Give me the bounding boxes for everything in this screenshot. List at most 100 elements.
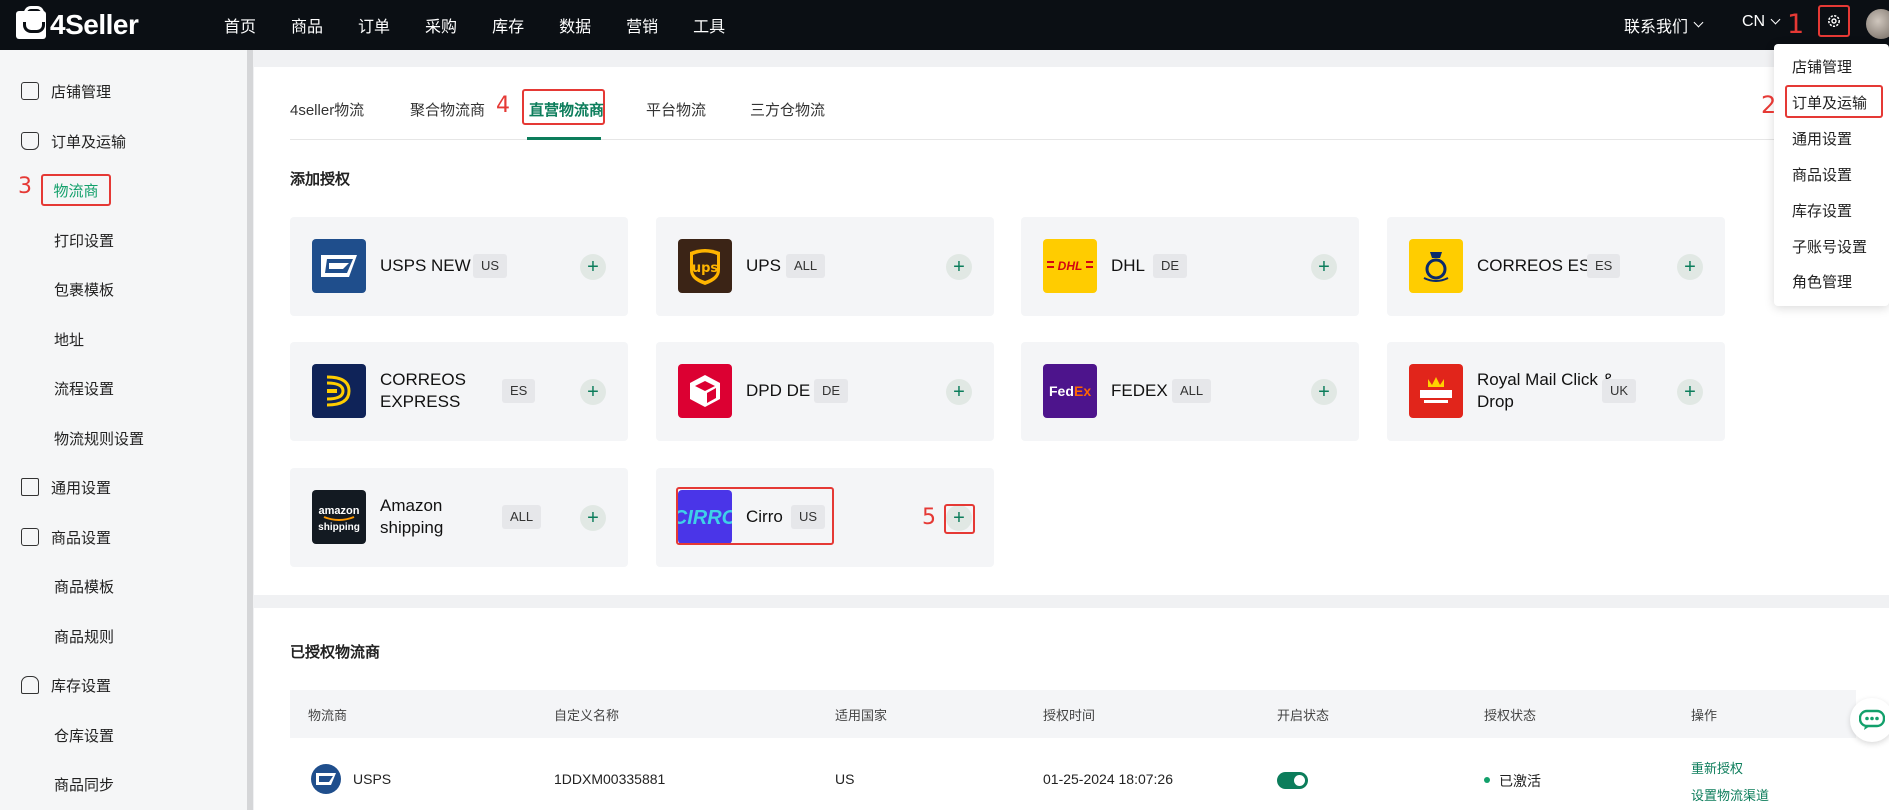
amazon-shipping-logo: amazon shipping — [312, 490, 366, 544]
svg-text:Ex: Ex — [1074, 383, 1091, 399]
annotation-3: 3 — [18, 174, 32, 199]
carrier-card-fedex: Fed Ex FEDEX ALL + — [1021, 342, 1359, 441]
add-carrier-button[interactable]: + — [580, 379, 606, 405]
nav-inventory[interactable]: 库存 — [492, 13, 524, 37]
settings-button[interactable] — [1818, 5, 1850, 37]
main-nav: 首页 商品 订单 采购 库存 数据 营销 工具 — [224, 0, 760, 50]
nav-products[interactable]: 商品 — [291, 13, 323, 37]
region-badge: ALL — [502, 505, 542, 529]
sidebar-item-label: 订单及运输 — [51, 133, 127, 151]
add-carrier-button[interactable]: + — [580, 505, 606, 531]
sidebar-item-store[interactable]: 店铺管理 — [0, 76, 247, 106]
sidebar-item-product-settings[interactable]: 商品设置 — [0, 522, 247, 552]
carrier-card-usps-new: USPS NEW US + — [290, 217, 628, 316]
svg-text:DHL: DHL — [1058, 259, 1083, 273]
tab-direct-carriers[interactable]: 直营物流商 — [529, 99, 604, 120]
language-label: CN — [1742, 13, 1766, 30]
carrier-name: Royal Mail Click & Drop — [1477, 370, 1614, 411]
bag-icon — [16, 6, 46, 39]
add-carrier-button[interactable]: + — [1311, 254, 1337, 280]
usps-logo — [312, 239, 366, 293]
sidebar-item-product-sync[interactable]: 商品同步 — [0, 769, 247, 799]
menu-item-store-management[interactable]: 店铺管理 — [1792, 56, 1852, 77]
tab-3pl-logistics[interactable]: 三方仓物流 — [750, 99, 825, 120]
region-badge: ES — [1587, 254, 1621, 278]
nav-home[interactable]: 首页 — [224, 13, 256, 37]
annotation-5: 5 — [922, 505, 936, 530]
brand-logo[interactable]: 4Seller — [16, 6, 139, 42]
nav-marketing[interactable]: 营销 — [626, 13, 658, 37]
contact-us-label: 联系我们 — [1624, 19, 1689, 36]
chat-icon — [1859, 709, 1885, 730]
tab-active-underline — [527, 137, 601, 140]
sidebar-item-product-template[interactable]: 商品模板 — [0, 571, 247, 601]
language-selector[interactable]: CN — [1742, 13, 1781, 31]
chat-button[interactable] — [1850, 698, 1889, 742]
correos-logo — [1409, 239, 1463, 293]
chevron-down-icon — [1693, 17, 1704, 28]
sidebar-item-label: 商品模板 — [54, 578, 115, 596]
reauthorize-link[interactable]: 重新授权 — [1691, 758, 1743, 777]
nav-purchasing[interactable]: 采购 — [425, 13, 457, 37]
carrier-card-dhl: DHL DHL DE + — [1021, 217, 1359, 316]
carrier-name: CORREOS EXPRESS — [380, 370, 466, 411]
add-carrier-button[interactable]: + — [1677, 254, 1703, 280]
menu-item-general[interactable]: 通用设置 — [1792, 128, 1852, 149]
sidebar-item-general[interactable]: 通用设置 — [0, 472, 247, 502]
menu-item-sub-accounts[interactable]: 子账号设置 — [1792, 236, 1867, 257]
carrier-name: FEDEX — [1111, 381, 1168, 400]
annotation-2: 2 — [1761, 91, 1777, 119]
tab-platform-logistics[interactable]: 平台物流 — [646, 99, 706, 120]
add-carrier-button[interactable]: + — [1677, 379, 1703, 405]
ups-logo: ups — [678, 239, 732, 293]
enable-toggle[interactable] — [1277, 772, 1308, 789]
carrier-card-amazon-shipping: amazon shipping Amazon shipping ALL + — [290, 468, 628, 567]
tab-4seller-logistics[interactable]: 4seller物流 — [290, 99, 364, 120]
svg-text:shipping: shipping — [318, 522, 360, 533]
carrier-card-correos-express: CORREOS EXPRESS ES + — [290, 342, 628, 441]
country-cell: US — [835, 771, 855, 787]
order-icon — [21, 132, 39, 150]
add-carrier-button[interactable]: + — [1311, 379, 1337, 405]
nav-data[interactable]: 数据 — [559, 13, 591, 37]
contact-us-menu[interactable]: 联系我们 — [1624, 13, 1704, 37]
carrier-name: USPS NEW — [380, 256, 471, 275]
carrier-name: DPD DE — [746, 381, 811, 400]
sidebar-item-carriers[interactable]: 物流商 — [41, 174, 111, 206]
menu-item-product[interactable]: 商品设置 — [1792, 164, 1852, 185]
set-channels-link[interactable]: 设置物流渠道 — [1691, 785, 1769, 804]
add-carrier-button[interactable]: + — [946, 254, 972, 280]
sidebar-item-workflow[interactable]: 流程设置 — [0, 373, 247, 403]
sidebar-item-inventory-settings[interactable]: 库存设置 — [0, 670, 247, 700]
svg-text:Fed: Fed — [1049, 383, 1074, 399]
nav-orders[interactable]: 订单 — [358, 13, 390, 37]
sidebar-item-label: 店铺管理 — [51, 83, 112, 101]
sidebar-item-address[interactable]: 地址 — [0, 324, 247, 354]
sidebar-item-product-rules[interactable]: 商品规则 — [0, 621, 247, 651]
user-avatar[interactable] — [1866, 9, 1889, 39]
royal-mail-logo — [1409, 364, 1463, 418]
nav-tools[interactable]: 工具 — [693, 13, 725, 37]
menu-item-order-shipping[interactable]: 订单及运输 — [1792, 92, 1867, 113]
tab-aggregated-carriers[interactable]: 聚合物流商 — [410, 99, 485, 120]
sidebar-item-label: 打印设置 — [54, 232, 115, 250]
sidebar-item-order-shipping[interactable]: 订单及运输 — [0, 126, 247, 156]
sidebar-item-shipping-rules[interactable]: 物流规则设置 — [0, 423, 247, 453]
sidebar-item-warehouse[interactable]: 仓库设置 — [0, 720, 247, 750]
add-carrier-button[interactable]: + — [580, 254, 606, 280]
column-header: 授权状态 — [1484, 708, 1537, 723]
sidebar-item-print-settings[interactable]: 打印设置 — [0, 225, 247, 255]
column-header: 开启状态 — [1277, 708, 1330, 723]
sidebar-item-package-template[interactable]: 包裹模板 — [0, 274, 247, 304]
menu-item-inventory[interactable]: 库存设置 — [1792, 200, 1852, 221]
add-carrier-button[interactable]: + — [946, 379, 972, 405]
sidebar-item-label: 商品设置 — [51, 529, 112, 547]
sidebar-scrollbar[interactable] — [247, 50, 253, 810]
carrier-card-correos-es: CORREOS ES ES + — [1387, 217, 1725, 316]
product-icon — [21, 528, 39, 546]
cirro-highlight — [676, 487, 834, 545]
region-badge: DE — [814, 379, 849, 403]
sidebar-item-label: 仓库设置 — [54, 727, 115, 745]
menu-item-roles[interactable]: 角色管理 — [1792, 271, 1852, 292]
column-header: 授权时间 — [1043, 708, 1096, 723]
